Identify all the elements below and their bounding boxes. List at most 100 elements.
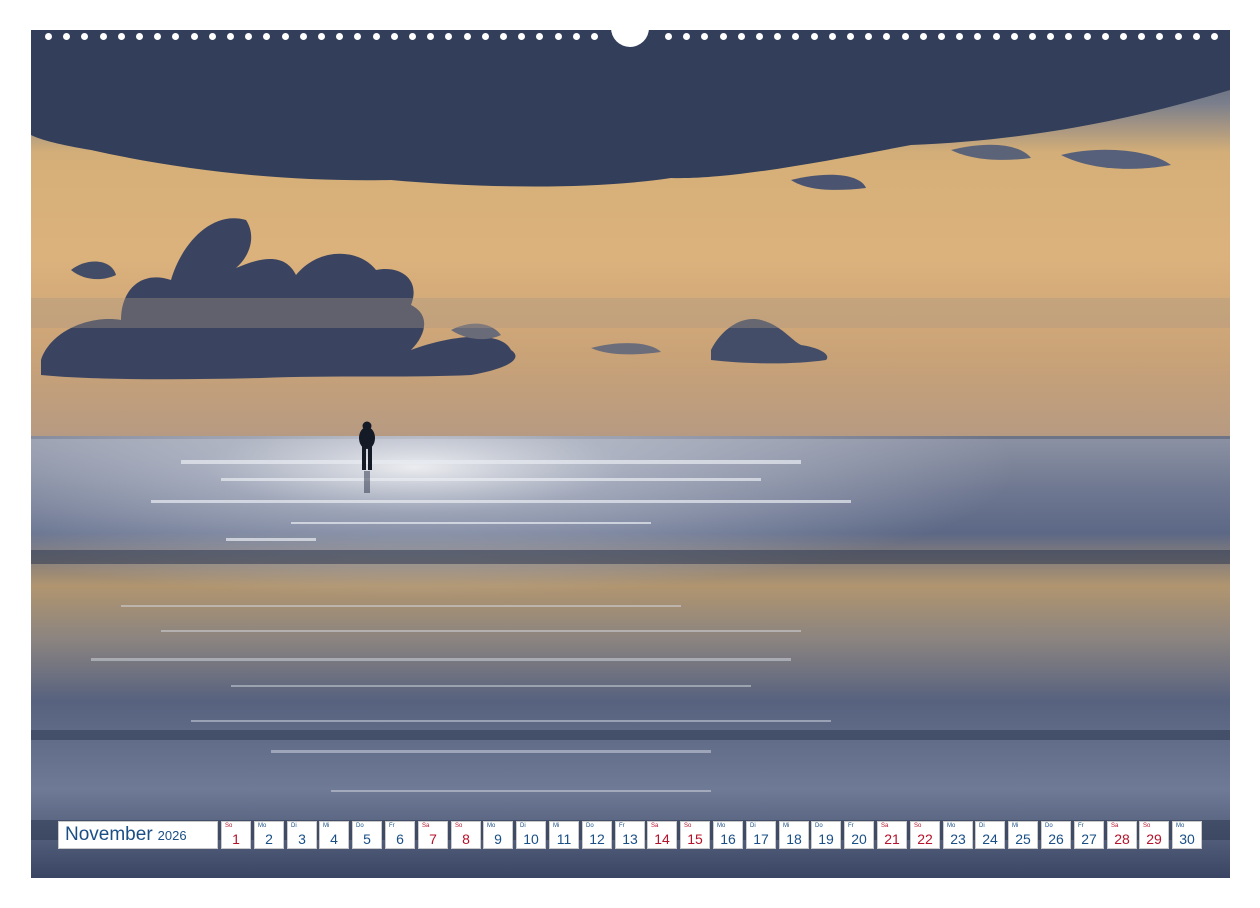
binding-hole (282, 33, 289, 40)
day-number: 28 (1114, 831, 1130, 847)
weekday-abbr: Fr (389, 823, 395, 829)
binding-hole (938, 33, 945, 40)
day-cell: Mo 9 (483, 821, 513, 849)
binding-hole (500, 33, 507, 40)
day-cell: Fr 6 (385, 821, 415, 849)
binding-hole (536, 33, 543, 40)
month-label: November 2026 (58, 821, 218, 849)
day-cell: So 22 (910, 821, 940, 849)
weekday-abbr: Mi (553, 823, 560, 829)
month-name: November (65, 824, 153, 845)
binding-hole (865, 33, 872, 40)
day-number: 27 (1081, 831, 1097, 847)
day-cell: Do 26 (1041, 821, 1071, 849)
day-cell: Mi 25 (1008, 821, 1038, 849)
binding-hole (774, 33, 781, 40)
weekday-abbr: Sa (422, 823, 430, 829)
day-cell: Do 5 (352, 821, 382, 849)
binding-hole (1193, 33, 1200, 40)
day-cell: Sa 28 (1107, 821, 1137, 849)
weekday-abbr: Mi (1012, 823, 1019, 829)
day-cell: So 1 (221, 821, 251, 849)
binding-hole (883, 33, 890, 40)
binding-hole (847, 33, 854, 40)
weekday-abbr: Di (750, 823, 756, 829)
seascape-illustration (31, 30, 1230, 878)
day-number: 2 (265, 831, 273, 847)
day-cell: Do 19 (811, 821, 841, 849)
binding-hole (811, 33, 818, 40)
day-number: 8 (462, 831, 470, 847)
weekday-abbr: Fr (1078, 823, 1084, 829)
day-number: 26 (1048, 831, 1064, 847)
binding-hole (100, 33, 107, 40)
binding-hole (573, 33, 580, 40)
binding-hole (354, 33, 361, 40)
day-number: 14 (654, 831, 670, 847)
binding-hole (318, 33, 325, 40)
binding-hole (902, 33, 909, 40)
weekday-abbr: Mi (323, 823, 330, 829)
day-cell: Mo 2 (254, 821, 284, 849)
binding-hole (974, 33, 981, 40)
weekday-abbr: Mo (258, 823, 267, 829)
weekday-abbr: Fr (848, 823, 854, 829)
day-number: 9 (494, 831, 502, 847)
binding-hole (1084, 33, 1091, 40)
binding-hole (191, 33, 198, 40)
binding-hole (63, 33, 70, 40)
binding-hole (829, 33, 836, 40)
binding-hole (555, 33, 562, 40)
day-cell: Mo 16 (713, 821, 743, 849)
day-number: 16 (720, 831, 736, 847)
binding-hole (665, 33, 672, 40)
binding-hole (118, 33, 125, 40)
weekday-abbr: Sa (881, 823, 889, 829)
binding-hole (427, 33, 434, 40)
day-cell: Fr 20 (844, 821, 874, 849)
binding-hole (683, 33, 690, 40)
binding-hole (1011, 33, 1018, 40)
binding-hole (1138, 33, 1145, 40)
binding-hole (792, 33, 799, 40)
day-number: 1 (232, 831, 240, 847)
day-cell: So 15 (680, 821, 710, 849)
day-cell: Sa 7 (418, 821, 448, 849)
weekday-abbr: Mi (783, 823, 790, 829)
binding-hole (409, 33, 416, 40)
weekday-abbr: Mo (487, 823, 496, 829)
day-cell: Di 17 (746, 821, 776, 849)
day-cell: Mo 30 (1172, 821, 1202, 849)
day-number: 7 (429, 831, 437, 847)
binding-hole (1156, 33, 1163, 40)
binding-hole (1175, 33, 1182, 40)
day-number: 17 (753, 831, 769, 847)
day-number: 23 (950, 831, 966, 847)
binding-hole (263, 33, 270, 40)
weekday-abbr: Mo (717, 823, 726, 829)
day-cell: Sa 14 (647, 821, 677, 849)
day-number: 4 (330, 831, 338, 847)
binding-hole (445, 33, 452, 40)
weekday-abbr: So (684, 823, 692, 829)
binding-hole (701, 33, 708, 40)
day-cell: So 8 (451, 821, 481, 849)
seascape-photo (31, 30, 1230, 878)
weekday-abbr: Di (979, 823, 985, 829)
weekday-abbr: Fr (619, 823, 625, 829)
day-number: 24 (982, 831, 998, 847)
day-cell: Di 10 (516, 821, 546, 849)
binding-hole (993, 33, 1000, 40)
weekday-abbr: Do (815, 823, 823, 829)
day-cell: Sa 21 (877, 821, 907, 849)
month-calendar-strip: November 2026 So 1 Mo 2 Di 3 Mi 4 Do 5 Fr 6 Sa 7 So 8 Mo… (58, 821, 1202, 849)
binding-hole (720, 33, 727, 40)
weekday-abbr: Do (1045, 823, 1053, 829)
binding-hole (172, 33, 179, 40)
day-number: 20 (851, 831, 867, 847)
day-number: 13 (622, 831, 638, 847)
day-number: 15 (687, 831, 703, 847)
binding-hole (956, 33, 963, 40)
day-cell: Mi 11 (549, 821, 579, 849)
binding-hole (591, 33, 598, 40)
